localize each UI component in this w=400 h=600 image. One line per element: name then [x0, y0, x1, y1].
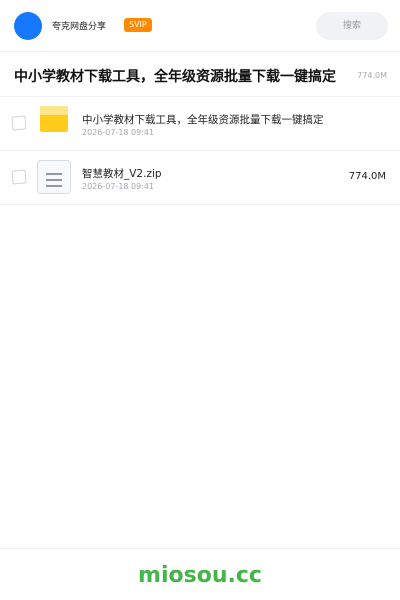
page-title: 中小学教材下载工具，全年级资源批量下载一键搞定 [14, 69, 336, 85]
header: 夸克网盘分享 SVIP 搜索 [0, 0, 400, 52]
file-icon-line [46, 185, 62, 187]
file-row[interactable]: 智慧教材_V2.zip 2026-07-18 09:41 774.0M [0, 151, 400, 205]
page-title-bar: 中小学教材下载工具，全年级资源批量下载一键搞定 774.0M [0, 52, 400, 97]
file-name[interactable]: 中小学教材下载工具，全年级资源批量下载一键搞定 [82, 112, 324, 127]
zip-file-icon[interactable] [37, 160, 71, 194]
file-date: 2026-07-18 09:41 [82, 128, 155, 137]
file-size: 774.0M [348, 171, 386, 182]
brand-name: 夸克网盘分享 [52, 22, 107, 32]
select-checkbox[interactable] [11, 169, 27, 185]
svip-badge[interactable]: SVIP [124, 18, 152, 32]
app-logo[interactable] [14, 12, 42, 40]
folder-tab [40, 106, 68, 115]
file-date: 2026-07-18 09:41 [82, 182, 155, 191]
file-icon-line [46, 173, 62, 175]
site-domain[interactable]: miosou.cc [0, 563, 400, 588]
footer: miosou.cc [0, 548, 400, 600]
total-size: 774.0M [357, 71, 387, 80]
select-checkbox[interactable] [11, 115, 27, 131]
folder-icon[interactable] [40, 106, 68, 132]
file-row[interactable]: 中小学教材下载工具，全年级资源批量下载一键搞定 2026-07-18 09:41 [0, 97, 400, 151]
file-icon-line [46, 179, 62, 181]
search-input[interactable]: 搜索 [316, 12, 388, 40]
file-name[interactable]: 智慧教材_V2.zip [82, 166, 162, 181]
